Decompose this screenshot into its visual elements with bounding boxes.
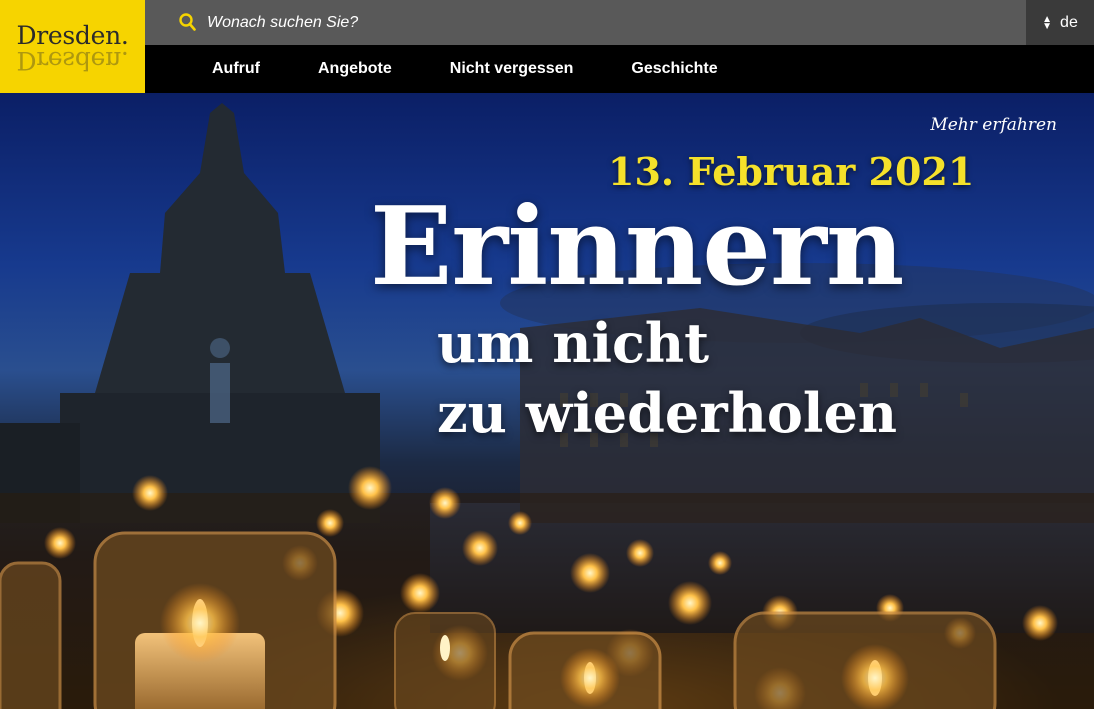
more-info-link[interactable]: Mehr erfahren — [930, 115, 1057, 135]
search-icon[interactable] — [177, 12, 199, 34]
sort-arrows-icon: ▲ ▼ — [1042, 13, 1053, 32]
hero-headline: Erinnern — [370, 184, 904, 310]
hero-subline-1: um nicht — [437, 311, 710, 375]
nav-item-geschichte[interactable]: Geschichte — [631, 60, 717, 78]
search-bar — [145, 0, 1026, 45]
language-selector[interactable]: ▲ ▼ de — [1026, 0, 1094, 45]
nav-item-nicht-vergessen[interactable]: Nicht vergessen — [450, 60, 574, 78]
logo-text: Dresden. — [16, 20, 129, 50]
logo-reflection: Dresden. — [16, 45, 129, 75]
hero-banner[interactable]: Mehr erfahren 13. Februar 2021 Erinnern … — [0, 93, 1094, 709]
language-label: de — [1060, 13, 1078, 31]
hero-subline-2: zu wiederholen — [437, 381, 898, 445]
search-input[interactable] — [207, 13, 907, 32]
main-navigation: Aufruf Angebote Nicht vergessen Geschich… — [145, 45, 1094, 93]
nav-item-aufruf[interactable]: Aufruf — [212, 60, 260, 78]
nav-item-angebote[interactable]: Angebote — [318, 60, 392, 78]
dresden-logo[interactable]: Dresden. Dresden. — [0, 0, 145, 93]
